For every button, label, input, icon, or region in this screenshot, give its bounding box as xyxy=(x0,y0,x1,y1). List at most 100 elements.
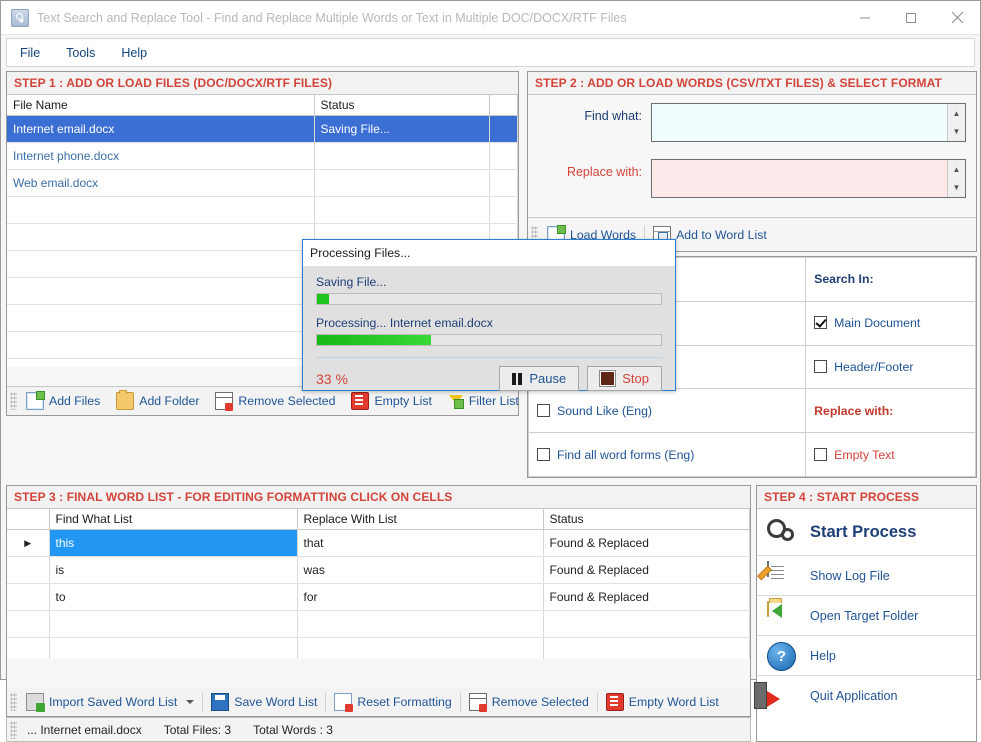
table-row[interactable] xyxy=(7,196,518,224)
chevron-up-icon[interactable]: ▲ xyxy=(953,165,961,174)
stop-icon xyxy=(599,370,617,387)
replace-with-field[interactable]: ▲ ▼ xyxy=(651,159,966,198)
remove-selected-files-button[interactable]: Remove Selected xyxy=(208,390,342,412)
file-status-cell[interactable] xyxy=(314,169,490,197)
file-name-cell[interactable]: Internet phone.docx xyxy=(7,142,315,170)
status-cell[interactable]: Found & Replaced xyxy=(543,583,750,611)
toolbar-grip[interactable] xyxy=(10,692,17,711)
menu-help[interactable]: Help xyxy=(108,42,160,64)
main-document-checkbox[interactable] xyxy=(814,316,828,330)
find-cell[interactable]: to xyxy=(49,583,298,611)
word-list[interactable]: Find What List Replace With List Status … xyxy=(7,509,750,659)
pause-label: Pause xyxy=(529,371,567,386)
toolbar-grip[interactable] xyxy=(10,392,17,410)
empty-word-list-button[interactable]: Empty Word List xyxy=(599,691,726,713)
status-cell[interactable]: Found & Replaced xyxy=(543,556,750,584)
empty-list-button[interactable]: Empty List xyxy=(344,390,438,412)
content-area: STEP 1 : ADD OR LOAD FILES (DOC/DOCX/RTF… xyxy=(1,67,980,742)
add-files-button[interactable]: Add Files xyxy=(19,390,107,412)
table-row[interactable]: to for Found & Replaced xyxy=(7,583,750,611)
maximize-icon[interactable] xyxy=(888,1,934,34)
replace-with-input[interactable] xyxy=(652,160,947,197)
file-list-col-status[interactable]: Status xyxy=(314,95,490,116)
step4-panel: STEP 4 : START PROCESS Start Process Sho… xyxy=(756,485,977,742)
minimize-icon[interactable] xyxy=(842,1,888,34)
table-row[interactable] xyxy=(7,610,750,638)
quit-application-button[interactable]: Quit Application xyxy=(757,676,976,716)
stop-label: Stop xyxy=(622,371,649,386)
word-list-col-status[interactable]: Status xyxy=(543,509,750,530)
remove-selected-icon xyxy=(215,392,234,411)
sound-like-checkbox[interactable] xyxy=(537,403,550,417)
stop-button[interactable]: Stop xyxy=(587,366,662,391)
word-list-col-find[interactable]: Find What List xyxy=(49,509,298,530)
chevron-down-icon[interactable]: ▼ xyxy=(953,183,961,192)
progress-percent: 33 % xyxy=(316,370,348,387)
status-current-file: ... Internet email.docx xyxy=(27,722,142,737)
reset-formatting-button[interactable]: Reset Formatting xyxy=(327,691,458,713)
word-list-col-marker[interactable] xyxy=(7,509,50,530)
main-document-cell[interactable]: Main Document xyxy=(805,300,976,346)
window-title: Text Search and Replace Tool - Find and … xyxy=(37,10,627,25)
file-extra-cell[interactable] xyxy=(489,169,518,197)
file-extra-cell[interactable] xyxy=(489,142,518,170)
find-what-field[interactable]: ▲ ▼ xyxy=(651,103,966,142)
chevron-down-icon[interactable] xyxy=(186,699,195,704)
table-row[interactable]: ▶ this that Found & Replaced xyxy=(7,529,750,557)
table-row[interactable]: Internet email.docx Saving File... xyxy=(7,115,518,143)
menu-tools[interactable]: Tools xyxy=(53,42,108,64)
find-word-forms-cell[interactable]: Find all word forms (Eng) xyxy=(527,432,807,477)
find-cell[interactable]: this xyxy=(49,529,298,557)
file-status-cell[interactable]: Saving File... xyxy=(314,115,490,143)
table-row[interactable]: Web email.docx xyxy=(7,169,518,197)
start-process-button[interactable]: Start Process xyxy=(757,509,976,556)
file-extra-cell[interactable] xyxy=(489,115,518,143)
chevron-down-icon[interactable]: ▼ xyxy=(953,127,961,136)
help-button[interactable]: ? Help xyxy=(757,636,976,676)
row-marker xyxy=(7,556,50,584)
main-document-label: Main Document xyxy=(834,316,921,331)
save-word-list-label: Save Word List xyxy=(234,694,318,709)
replace-with-spinner[interactable]: ▲ ▼ xyxy=(947,160,965,197)
status-cell[interactable]: Found & Replaced xyxy=(543,529,750,557)
table-row[interactable] xyxy=(7,637,750,659)
word-list-table: Find What List Replace With List Status … xyxy=(7,509,750,659)
open-target-folder-button[interactable]: Open Target Folder xyxy=(757,596,976,636)
status-total-files: Total Files: 3 xyxy=(163,722,232,737)
file-list-col-name[interactable]: File Name xyxy=(7,95,315,116)
chevron-up-icon[interactable]: ▲ xyxy=(953,109,961,118)
save-word-list-button[interactable]: Save Word List xyxy=(204,691,324,713)
word-list-col-replace[interactable]: Replace With List xyxy=(297,509,544,530)
find-cell[interactable]: is xyxy=(49,556,298,584)
replace-cell[interactable]: was xyxy=(297,556,544,584)
header-footer-checkbox[interactable] xyxy=(814,359,828,373)
pause-button[interactable]: Pause xyxy=(499,366,580,391)
toolbar-separator xyxy=(596,691,598,712)
statusbar-grip[interactable] xyxy=(10,720,17,739)
find-what-spinner[interactable]: ▲ ▼ xyxy=(947,104,965,141)
show-log-file-button[interactable]: Show Log File xyxy=(757,556,976,596)
file-status-cell[interactable] xyxy=(314,142,490,170)
find-what-input[interactable] xyxy=(652,104,947,141)
sound-like-cell[interactable]: Sound Like (Eng) xyxy=(527,388,807,434)
replace-cell[interactable]: that xyxy=(297,529,544,557)
replace-cell[interactable]: for xyxy=(297,583,544,611)
step3-toolbar-panel: Import Saved Word List Save Word List Re… xyxy=(6,687,751,717)
add-folder-button[interactable]: Add Folder xyxy=(109,390,206,412)
header-footer-label: Header/Footer xyxy=(834,359,914,374)
file-name-cell[interactable]: Web email.docx xyxy=(7,169,315,197)
saving-progress-bar xyxy=(316,293,662,305)
empty-text-cell[interactable]: Empty Text xyxy=(805,432,976,477)
find-word-forms-checkbox[interactable] xyxy=(537,447,550,461)
empty-text-checkbox[interactable] xyxy=(814,447,828,461)
file-name-cell[interactable]: Internet email.docx xyxy=(7,115,315,143)
menu-file[interactable]: File xyxy=(7,42,53,64)
header-footer-cell[interactable]: Header/Footer xyxy=(805,344,976,390)
row-marker xyxy=(7,583,50,611)
remove-selected-words-button[interactable]: Remove Selected xyxy=(462,691,596,713)
import-saved-word-list-button[interactable]: Import Saved Word List xyxy=(19,691,201,713)
table-row[interactable]: is was Found & Replaced xyxy=(7,556,750,584)
close-icon[interactable] xyxy=(934,1,980,34)
table-row[interactable]: Internet phone.docx xyxy=(7,142,518,170)
file-list-col-extra[interactable] xyxy=(489,95,518,116)
